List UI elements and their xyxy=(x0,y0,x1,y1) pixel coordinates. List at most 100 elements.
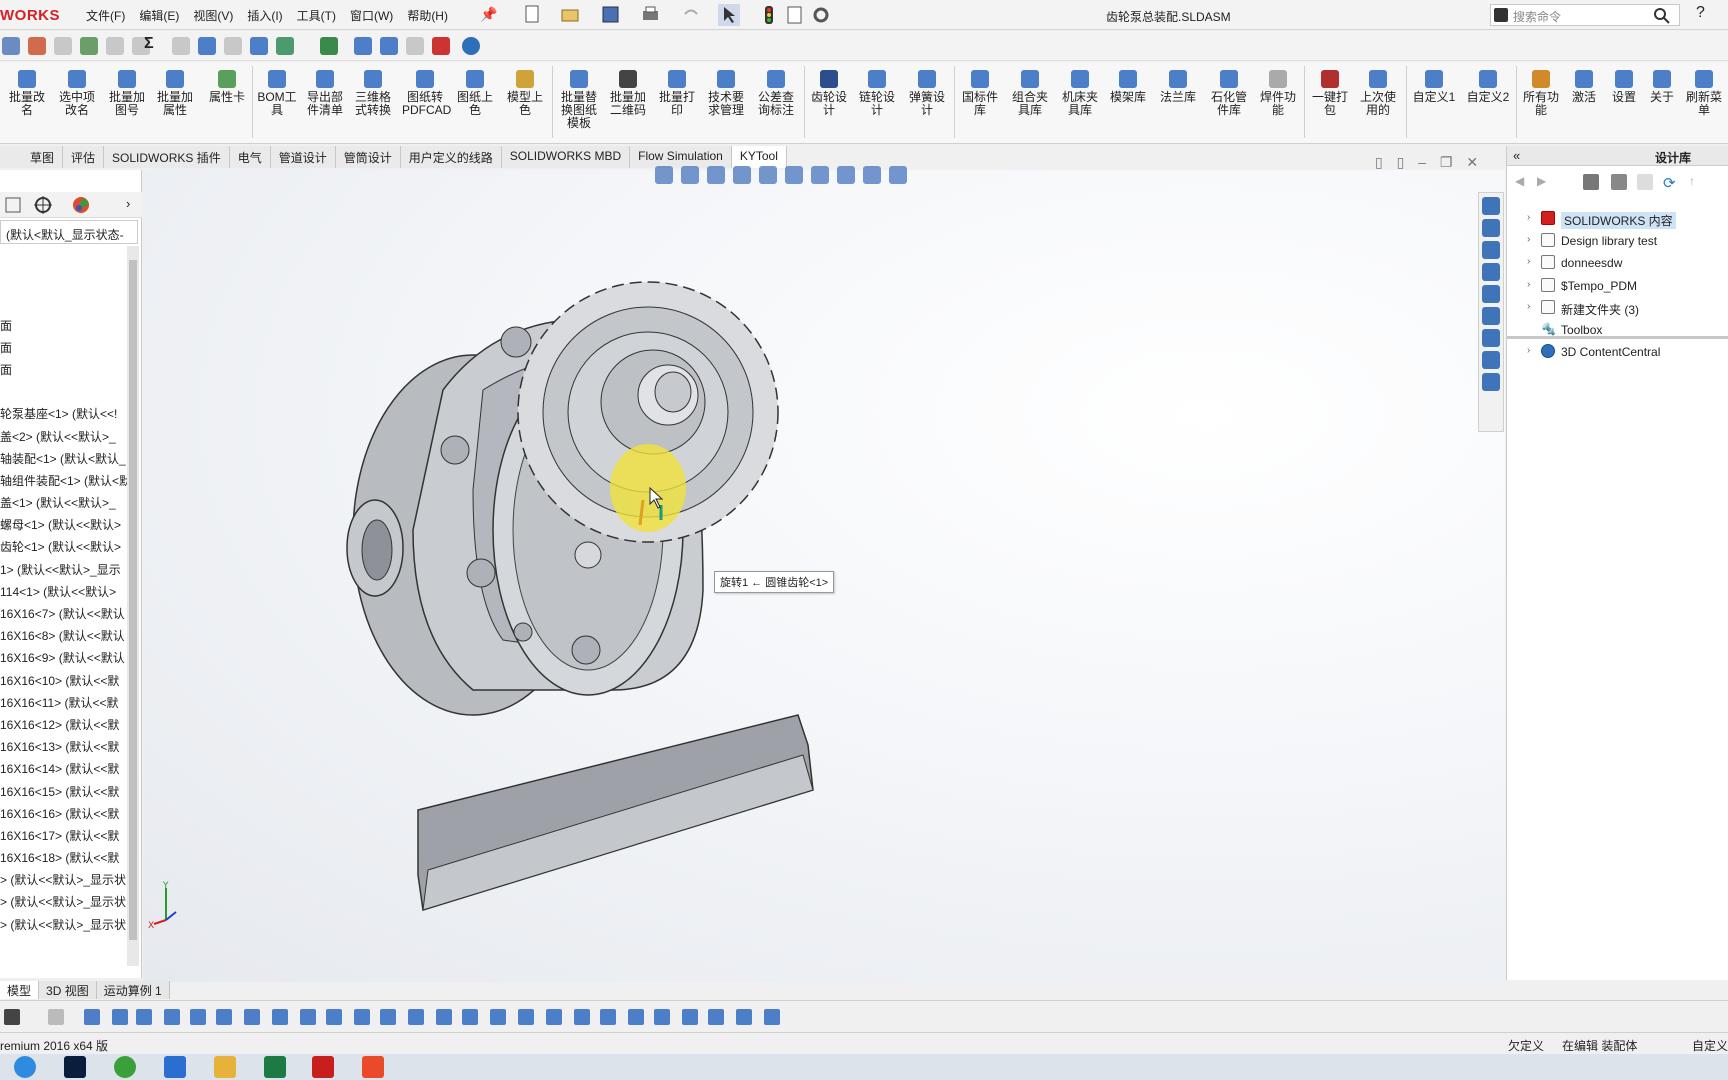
search-mode-icon[interactable] xyxy=(1494,8,1508,22)
presentation-icon[interactable] xyxy=(362,1056,384,1078)
scrollbar-thumb[interactable] xyxy=(129,260,137,940)
tree-root-label[interactable]: (默认<默认_显示状态- xyxy=(6,226,126,243)
tile-left-icon[interactable]: ▯ xyxy=(1375,154,1383,170)
toolbar-icon[interactable] xyxy=(406,37,424,55)
undo-icon[interactable] xyxy=(680,4,702,26)
tab-sketch[interactable]: 草图 xyxy=(0,146,64,168)
ribbon-machine-fixture-lib[interactable]: 机床夹具库 xyxy=(1058,70,1102,117)
tree-item[interactable]: 轴组件装配<1> (默认<默 xyxy=(0,468,128,490)
tree-item[interactable] xyxy=(0,246,128,268)
toolbar-icon[interactable] xyxy=(2,37,20,55)
ribbon-last-used[interactable]: 上次使用的 xyxy=(1356,70,1400,117)
edit-appearance-icon[interactable] xyxy=(837,166,855,184)
tab-motion-study-1[interactable]: 运动算例 1 xyxy=(97,981,170,999)
tab-user-routing[interactable]: 用户定义的线路 xyxy=(401,146,502,168)
ribbon-one-click-pack[interactable]: 一键打包 xyxy=(1308,70,1352,117)
ribbon-all-functions[interactable]: 所有功能 xyxy=(1520,70,1562,117)
angle-icon[interactable] xyxy=(354,1009,370,1025)
tree-item[interactable]: 轴装配<1> (默认<默认_ xyxy=(0,446,128,468)
toolbar-icon[interactable] xyxy=(54,37,72,55)
tree-item[interactable]: 16X16<15> (默认<<默 xyxy=(0,779,128,801)
ribbon-batch-qrcode[interactable]: 批量加二维码 xyxy=(606,70,650,117)
tree-item[interactable]: > (默认<<默认>_显示状 xyxy=(0,889,128,911)
menu-help[interactable]: 帮助(H) xyxy=(407,7,448,24)
chat-icon[interactable] xyxy=(1482,351,1500,369)
tree-item[interactable]: 16X16<13> (默认<<默 xyxy=(0,734,128,756)
solidworks-taskbar-icon[interactable] xyxy=(312,1056,334,1078)
excel-icon[interactable] xyxy=(264,1056,286,1078)
options-gear-icon[interactable] xyxy=(810,4,832,26)
sum-icon[interactable]: Σ xyxy=(144,35,154,53)
chart-icon[interactable] xyxy=(682,1009,698,1025)
select-filter-icon[interactable] xyxy=(48,1009,64,1025)
point-icon[interactable] xyxy=(84,1009,100,1025)
custom-properties-icon[interactable] xyxy=(1482,307,1500,325)
zoom-to-fit-icon[interactable] xyxy=(655,166,673,184)
plane-icon[interactable] xyxy=(136,1009,152,1025)
ribbon-flange-lib[interactable]: 法兰库 xyxy=(1156,70,1200,104)
tree-item[interactable]: 盖<2> (默认<<默认>_ xyxy=(0,424,128,446)
back-icon[interactable]: ◀ xyxy=(1515,174,1524,188)
tab-tubing[interactable]: 管筒设计 xyxy=(336,146,401,168)
up-one-level-icon[interactable]: ↑ xyxy=(1689,174,1695,188)
expand-arrow-icon[interactable]: › xyxy=(1527,279,1530,290)
ribbon-batch-rename[interactable]: 批量改名 xyxy=(6,70,48,117)
tree-item[interactable]: 面 xyxy=(0,313,128,335)
ribbon-model-color[interactable]: 模型上色 xyxy=(504,70,546,117)
tree-item[interactable] xyxy=(0,290,128,312)
menu-window[interactable]: 窗口(W) xyxy=(350,7,393,24)
close-icon[interactable]: ✕ xyxy=(1466,154,1478,170)
sketch-line-icon[interactable] xyxy=(216,1009,232,1025)
toolbar-icon[interactable] xyxy=(106,37,124,55)
toolbar-icon[interactable] xyxy=(224,37,242,55)
axis-icon[interactable] xyxy=(112,1009,128,1025)
ribbon-tolerance-query[interactable]: 公差查询标注 xyxy=(754,70,798,117)
toolbar-icon[interactable] xyxy=(172,37,190,55)
tree-item[interactable]: 16X16<10> (默认<<默 xyxy=(0,668,128,690)
ribbon-weldment[interactable]: 焊件功能 xyxy=(1256,70,1300,117)
toolbar-icon[interactable] xyxy=(354,37,372,55)
ribbon-batch-properties[interactable]: 批量加属性 xyxy=(154,70,196,117)
tree-item[interactable]: 16X16<9> (默认<<默认 xyxy=(0,645,128,667)
insert-part-icon[interactable] xyxy=(190,1009,206,1025)
ribbon-drawing-to-pdfcad[interactable]: 图纸转PDFCAD xyxy=(402,70,451,117)
tree-scrollbar[interactable] xyxy=(127,246,139,966)
tree-item[interactable]: 16X16<11> (默认<<默 xyxy=(0,690,128,712)
display-manager-icon[interactable] xyxy=(72,196,90,214)
minimize-icon[interactable]: – xyxy=(1418,154,1426,170)
feishu-icon[interactable] xyxy=(164,1056,186,1078)
tree-item[interactable]: 16X16<18> (默认<<默 xyxy=(0,845,128,867)
collapse-panel-icon[interactable]: « xyxy=(1513,148,1520,163)
point-sketch-icon[interactable] xyxy=(272,1009,288,1025)
tree-item[interactable]: 盖<1> (默认<<默认>_ xyxy=(0,490,128,512)
move-component-icon[interactable] xyxy=(764,1009,780,1025)
tab-3d-views[interactable]: 3D 视图 xyxy=(39,981,97,999)
ribbon-bom-tool[interactable]: BOM工具 xyxy=(256,70,298,117)
tree-item[interactable]: 16X16<14> (默认<<默 xyxy=(0,756,128,778)
ribbon-sprocket-design[interactable]: 链轮设计 xyxy=(856,70,898,117)
check-icon[interactable] xyxy=(462,1009,478,1025)
section-view-icon[interactable] xyxy=(733,166,751,184)
hole-icon[interactable] xyxy=(436,1009,452,1025)
tab-evaluate[interactable]: 评估 xyxy=(63,146,105,168)
relation-icon[interactable] xyxy=(326,1009,342,1025)
expand-arrow-icon[interactable]: › xyxy=(1527,212,1530,223)
ribbon-batch-print[interactable]: 批量打印 xyxy=(656,70,698,117)
search-part-icon[interactable] xyxy=(518,1009,534,1025)
tree-item[interactable]: 轮泵基座<1> (默认<<! xyxy=(0,401,128,423)
view-settings-icon[interactable] xyxy=(889,166,907,184)
ribbon-export-parts-list[interactable]: 导出部件清单 xyxy=(304,70,346,117)
tree-item[interactable]: 16X16<17> (默认<<默 xyxy=(0,823,128,845)
tab-kytool[interactable]: KYTool xyxy=(731,146,787,168)
tree-item[interactable]: 面 xyxy=(0,357,128,379)
view-orientation-icon[interactable] xyxy=(759,166,777,184)
toolbar-icon[interactable] xyxy=(28,37,46,55)
tree-item[interactable] xyxy=(0,268,128,290)
table-icon[interactable] xyxy=(490,1009,506,1025)
tab-electrical[interactable]: 电气 xyxy=(230,146,271,168)
help-button[interactable]: ? xyxy=(1696,4,1705,22)
tree-item[interactable]: > (默认<<默认>_显示状 xyxy=(0,912,128,934)
expand-arrow-icon[interactable]: › xyxy=(1527,256,1530,267)
ribbon-mold-base-lib[interactable]: 模架库 xyxy=(1106,70,1150,104)
ribbon-settings[interactable]: 设置 xyxy=(1608,70,1640,104)
